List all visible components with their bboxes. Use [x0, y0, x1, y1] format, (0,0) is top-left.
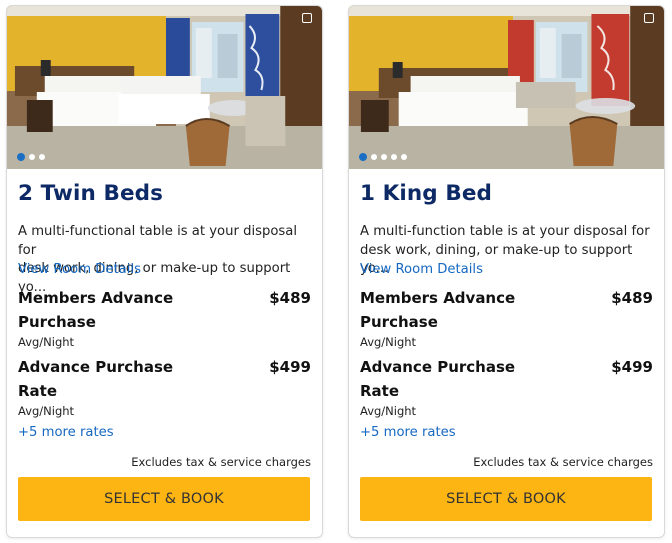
rate-price: $489 [269, 289, 311, 307]
photo-dot[interactable] [29, 154, 35, 160]
rate-option[interactable]: Advance Purchase Rate $499 Avg/Night [18, 355, 311, 419]
room-card-king: 1 King Bed A multi-function table is at … [348, 5, 665, 538]
photo-dot[interactable] [381, 154, 387, 160]
rate-per-night: Avg/Night [18, 404, 75, 418]
rate-price: $499 [269, 358, 311, 376]
room-title: 1 King Bed [360, 181, 493, 206]
rate-per-night: Avg/Night [18, 335, 75, 349]
rate-name: Members Advance Purchase [18, 289, 174, 331]
photo-dot[interactable] [39, 154, 45, 160]
view-room-details-link[interactable]: View Room Details [360, 262, 653, 280]
select-book-button[interactable]: SELECT & BOOK [360, 477, 652, 521]
rate-option[interactable]: Members Advance Purchase $489 Avg/Night [18, 286, 311, 350]
more-rates-link[interactable]: +5 more rates [18, 425, 311, 443]
room-description: A multi-functional table is at your disp… [18, 224, 298, 295]
tax-note: Excludes tax & service charges [131, 455, 311, 469]
photo-dot[interactable] [391, 154, 397, 160]
room-title: 2 Twin Beds [18, 181, 164, 206]
room-description: A multi-function table is at your dispos… [360, 224, 650, 276]
rate-name: Members Advance Purchase [360, 289, 516, 331]
photo-dot[interactable] [401, 154, 407, 160]
photo-dot[interactable] [17, 153, 25, 161]
rate-option[interactable]: Members Advance Purchase $489 Avg/Night [360, 286, 653, 350]
rate-price: $499 [611, 358, 653, 376]
room-card-twin: 2 Twin Beds A multi-functional table is … [6, 5, 323, 538]
photo-dot[interactable] [359, 153, 367, 161]
tax-note: Excludes tax & service charges [473, 455, 653, 469]
rate-per-night: Avg/Night [360, 404, 417, 418]
photo-pagination[interactable] [17, 153, 45, 161]
favorite-icon[interactable] [302, 13, 312, 23]
rate-option[interactable]: Advance Purchase Rate $499 Avg/Night [360, 355, 653, 419]
rate-name: Advance Purchase Rate [18, 358, 174, 400]
room-photo[interactable] [349, 6, 664, 169]
rate-price: $489 [611, 289, 653, 307]
photo-dot[interactable] [371, 154, 377, 160]
rate-per-night: Avg/Night [360, 335, 417, 349]
room-photo[interactable] [7, 6, 322, 169]
room-photo-image [349, 6, 664, 169]
room-photo-image [7, 6, 322, 169]
more-rates-link[interactable]: +5 more rates [360, 425, 653, 443]
rate-name: Advance Purchase Rate [360, 358, 516, 400]
select-book-button[interactable]: SELECT & BOOK [18, 477, 310, 521]
photo-pagination[interactable] [359, 153, 407, 161]
favorite-icon[interactable] [644, 13, 654, 23]
